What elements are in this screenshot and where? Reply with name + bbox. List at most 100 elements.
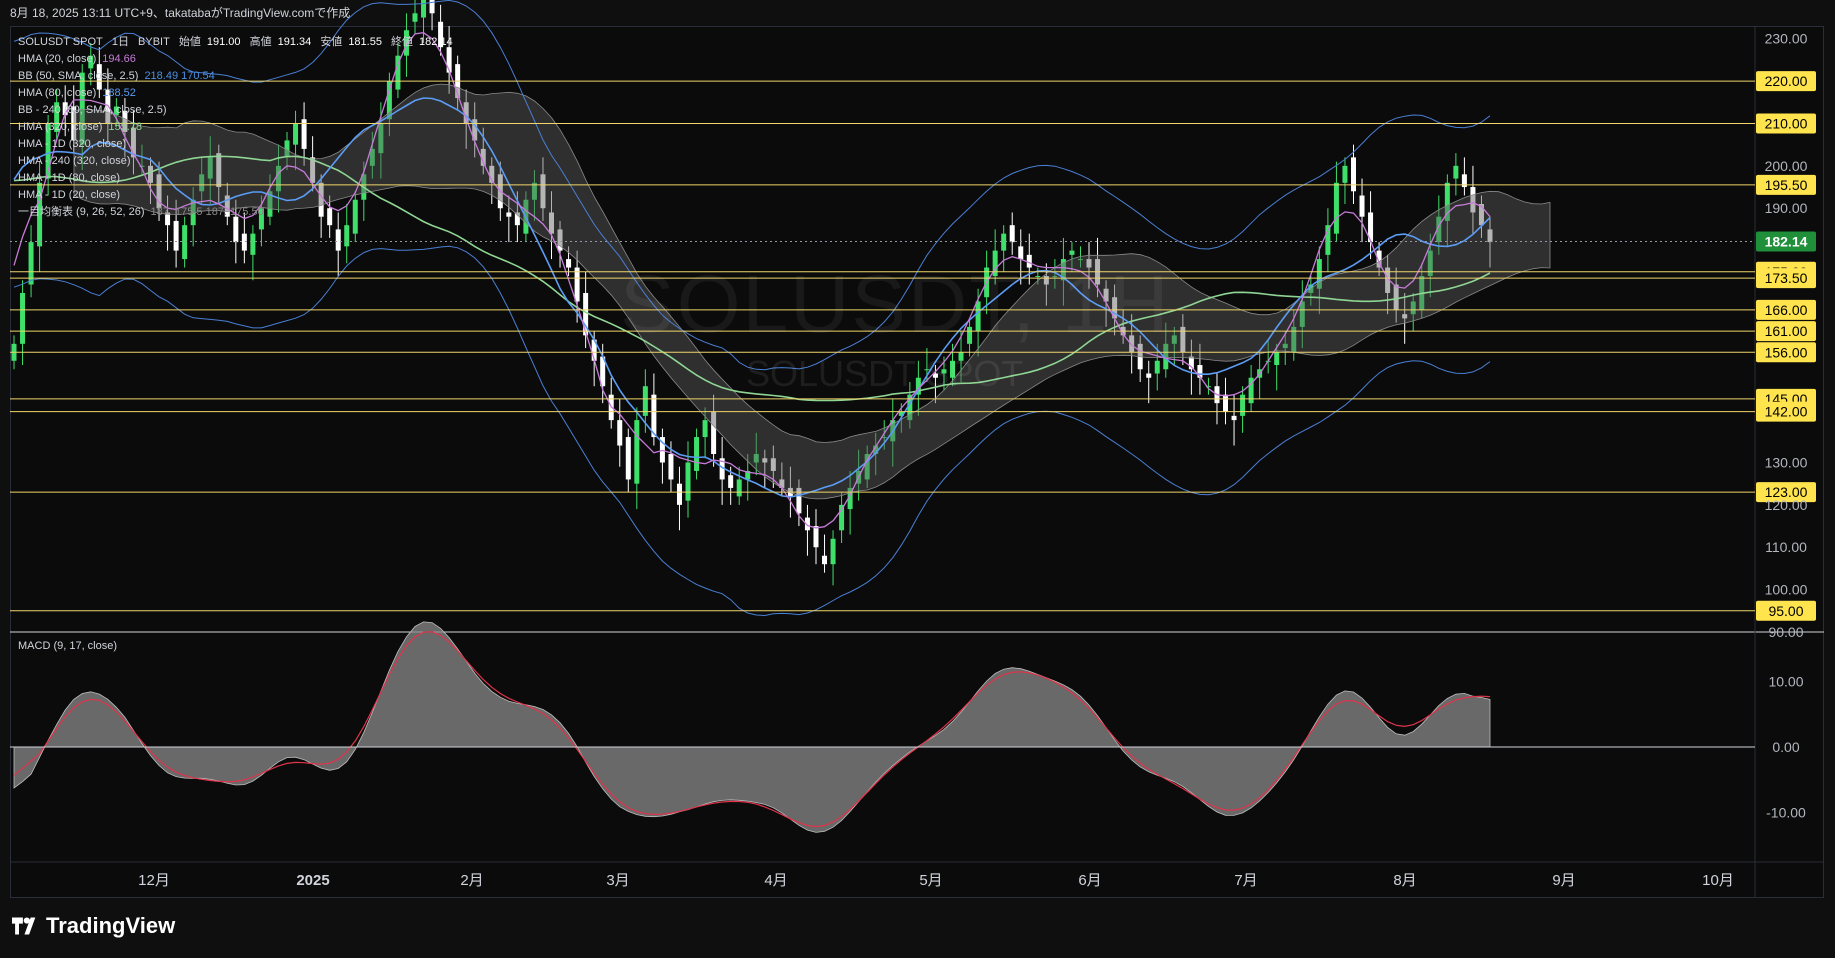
level-label: 95.00 bbox=[1768, 603, 1803, 619]
level-label: 173.50 bbox=[1765, 270, 1808, 286]
candle-body bbox=[1359, 195, 1365, 217]
indicator-label: HMA (20, close) bbox=[18, 53, 97, 65]
price-tick-label: 120.00 bbox=[1765, 497, 1808, 513]
candle-body bbox=[625, 437, 631, 480]
candle-body bbox=[1001, 233, 1007, 251]
current-price-label: 182.14 bbox=[1765, 234, 1808, 250]
candle-body bbox=[1342, 165, 1348, 183]
indicator-label: BB - 240 (80, SMA, close, 2.5) bbox=[18, 104, 167, 116]
candle-body bbox=[173, 220, 179, 251]
candle-body bbox=[566, 259, 572, 268]
indicator-label: HMA - 240 (320, close) bbox=[18, 155, 131, 167]
indicator-label: BB (50, SMA, close, 2.5) bbox=[18, 70, 139, 82]
indicator-row[interactable]: HMA - 1D (320, close) bbox=[18, 136, 459, 153]
candle-body bbox=[668, 454, 674, 480]
candle-body bbox=[1231, 415, 1237, 421]
candle-body bbox=[736, 479, 742, 497]
candle-body bbox=[676, 483, 682, 505]
watermark-main: SOLUSDT, 1H bbox=[620, 259, 1171, 350]
macd-tick-label: -10.00 bbox=[1766, 804, 1806, 820]
price-tick-label: 190.00 bbox=[1765, 200, 1808, 216]
indicator-row[interactable]: HMA (320, close) 155.78 bbox=[18, 119, 459, 136]
candle-body bbox=[335, 229, 341, 251]
candle-body bbox=[1350, 157, 1356, 192]
price-tick-label: 230.00 bbox=[1765, 31, 1808, 47]
candle-body bbox=[1453, 165, 1459, 179]
level-label: 156.00 bbox=[1765, 344, 1808, 360]
indicator-label: HMA (80, close) bbox=[18, 87, 97, 99]
indicator-row[interactable]: HMA (80, close) 188.52 bbox=[18, 85, 459, 102]
price-tick-label: 100.00 bbox=[1765, 582, 1808, 598]
level-label: 220.00 bbox=[1765, 73, 1808, 89]
candle-body bbox=[20, 292, 26, 344]
indicator-row[interactable]: BB (50, SMA, close, 2.5) 218.49 170.54 bbox=[18, 68, 459, 85]
indicator-row[interactable]: HMA - 1D (80, close) bbox=[18, 170, 459, 187]
candle-body bbox=[1146, 373, 1152, 378]
level-label: 210.00 bbox=[1765, 115, 1808, 131]
time-tick-label: 12月 bbox=[138, 872, 170, 889]
high-label: 高値 bbox=[249, 36, 272, 48]
candle-body bbox=[634, 420, 640, 484]
time-tick-label: 5月 bbox=[919, 872, 942, 889]
indicator-row[interactable]: 一目均衡表 (9, 26, 52, 26) 187. 175.5 187. 175… bbox=[18, 204, 459, 221]
candle-body bbox=[182, 225, 188, 260]
macd-legend[interactable]: MACD (9, 17, close) bbox=[18, 640, 117, 652]
time-tick-label: 3月 bbox=[606, 872, 629, 889]
interval-label[interactable]: 1日 bbox=[112, 36, 129, 48]
price-tick-label: 130.00 bbox=[1765, 454, 1808, 470]
ohlc-row: SOLUSDT SPOT 1日 BYBIT 始値 191.00 高値 191.34 … bbox=[18, 34, 459, 51]
indicator-value: 188.52 bbox=[102, 87, 136, 99]
candle-body bbox=[830, 538, 836, 565]
candle-body bbox=[344, 225, 350, 247]
brand-name: TradingView bbox=[46, 913, 176, 938]
candle-body bbox=[813, 526, 819, 548]
time-tick-label: 8月 bbox=[1393, 872, 1416, 889]
candle-body bbox=[1009, 225, 1015, 243]
level-label: 161.00 bbox=[1765, 323, 1808, 339]
candle-body bbox=[617, 420, 623, 446]
indicator-row[interactable]: HMA - 1D (20, close) bbox=[18, 187, 459, 204]
macd-tick-label: 10.00 bbox=[1768, 674, 1803, 690]
indicator-row[interactable]: HMA (20, close) 194.66 bbox=[18, 51, 459, 68]
indicator-value: 194.66 bbox=[102, 53, 136, 65]
macd-tick-label: 0.00 bbox=[1772, 739, 1799, 755]
open-value: 191.00 bbox=[206, 36, 241, 48]
candle-body bbox=[1069, 250, 1075, 255]
indicator-value: 187. 175.5 187. 175.50 bbox=[150, 206, 264, 218]
watermark-sub: SOLUSDT SPOT bbox=[746, 353, 1024, 394]
time-tick-label: 2025 bbox=[296, 872, 329, 889]
time-tick-label: 2月 bbox=[460, 872, 483, 889]
time-tick-label: 9月 bbox=[1552, 872, 1575, 889]
time-tick-label: 6月 bbox=[1078, 872, 1101, 889]
indicator-value: 155.78 bbox=[108, 121, 143, 133]
indicator-label: 一目均衡表 (9, 26, 52, 26) bbox=[18, 206, 145, 218]
time-tick-label: 7月 bbox=[1234, 872, 1257, 889]
level-label: 166.00 bbox=[1765, 302, 1808, 318]
candle-body bbox=[1274, 352, 1280, 366]
candle-body bbox=[685, 462, 691, 501]
level-label: 142.00 bbox=[1765, 404, 1808, 420]
candle-body bbox=[1154, 360, 1160, 374]
candle-body bbox=[822, 555, 828, 565]
symbol-label[interactable]: SOLUSDT SPOT bbox=[18, 36, 103, 48]
low-label: 安値 bbox=[320, 36, 343, 48]
indicator-row[interactable]: BB - 240 (80, SMA, close, 2.5) bbox=[18, 102, 459, 119]
indicator-label: HMA (320, close) bbox=[18, 121, 103, 133]
indicator-legend: SOLUSDT SPOT 1日 BYBIT 始値 191.00 高値 191.34 … bbox=[18, 34, 459, 221]
level-label: 195.50 bbox=[1765, 177, 1808, 193]
tradingview-brand[interactable]: TradingView bbox=[12, 913, 175, 939]
candle-body bbox=[702, 420, 708, 438]
candle-body bbox=[1240, 394, 1246, 416]
indicator-row[interactable]: HMA - 240 (320, close) bbox=[18, 153, 459, 170]
indicator-label: HMA - 1D (20, close) bbox=[18, 189, 121, 201]
tradingview-logo-icon bbox=[12, 917, 36, 935]
indicator-value: 218.49 170.54 bbox=[144, 70, 215, 82]
candle-body bbox=[1223, 394, 1229, 412]
time-tick-label: 10月 bbox=[1702, 872, 1734, 889]
close-value: 182.14 bbox=[419, 36, 453, 48]
candle-body bbox=[250, 233, 256, 255]
candle-body bbox=[1333, 182, 1339, 234]
close-label: 終値 bbox=[391, 36, 414, 48]
low-value: 181.55 bbox=[348, 36, 382, 48]
high-value: 191.34 bbox=[277, 36, 312, 48]
